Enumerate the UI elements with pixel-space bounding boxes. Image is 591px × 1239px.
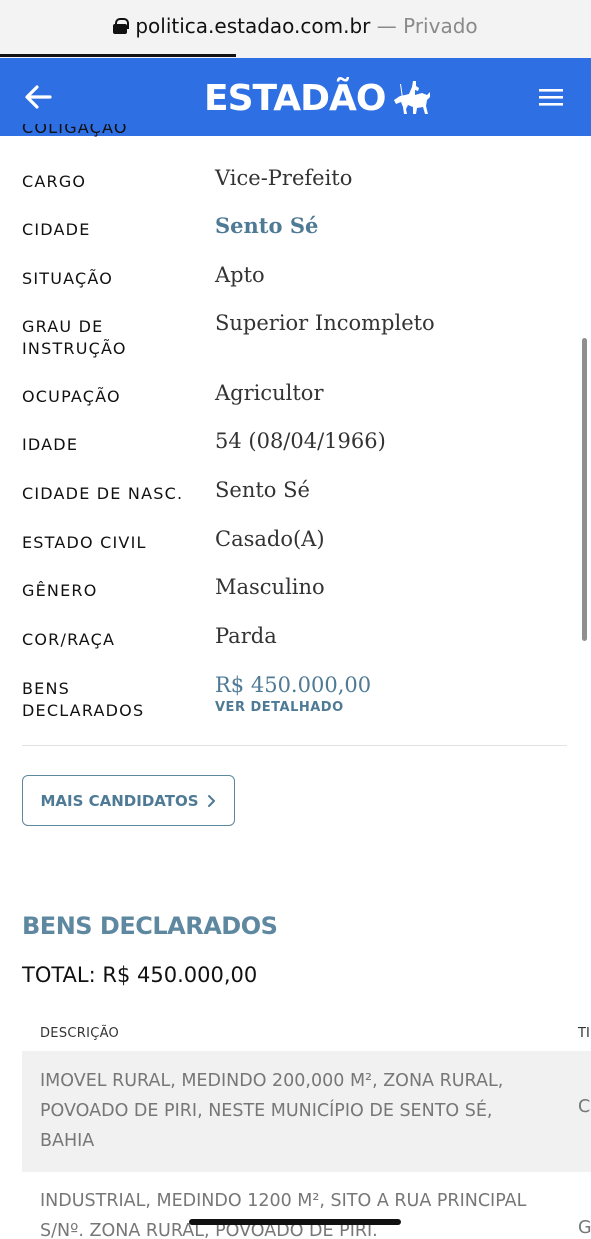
detail-label: CIDADE DE NASC. (22, 484, 184, 503)
section-divider (22, 745, 567, 746)
more-candidates-button[interactable]: MAIS CANDIDATOS (22, 775, 235, 826)
table-row: INDUSTRIAL, MEDINDO 1200 M², SITO A RUA … (22, 1172, 591, 1239)
url-display[interactable]: politica.estadao.com.br — Privado (0, 14, 591, 38)
home-indicator[interactable] (189, 1219, 401, 1225)
ver-detalhado-link[interactable]: VER DETALHADO (215, 700, 344, 715)
city-link[interactable]: Sento Sé (215, 213, 318, 239)
url-text: politica.estadao.com.br (135, 14, 371, 38)
detail-label: SITUAÇÃO (22, 269, 114, 288)
detail-label: OCUPAÇÃO (22, 387, 121, 406)
detail-value: Casado(A) (215, 527, 325, 551)
detail-label: GRAU DE INSTRUÇÃO (22, 317, 127, 358)
asset-type: G (578, 1218, 591, 1238)
more-candidates-label: MAIS CANDIDATOS (40, 791, 199, 810)
estadao-logo[interactable]: ESTADÃO (204, 76, 432, 120)
table-row: IMOVEL RURAL, MEDINDO 200,000 M², ZONA R… (22, 1051, 591, 1172)
hamburger-menu-icon (539, 89, 563, 106)
partial-label: COLIGAÇÃO (22, 124, 128, 137)
horseman-icon (393, 81, 430, 114)
detail-label: CIDADE (22, 220, 91, 239)
partial-row: COLIGAÇÃO (22, 124, 322, 140)
assets-total: TOTAL: R$ 450.000,00 (22, 963, 258, 987)
logo-text: ESTADÃO (204, 77, 386, 119)
url-separator: — (370, 14, 404, 38)
page-load-progress (0, 54, 236, 57)
asset-description: IMOVEL RURAL, MEDINDO 200,000 M², ZONA R… (40, 1071, 504, 1151)
detail-value: 54 (08/04/1966) (215, 429, 386, 453)
menu-button[interactable] (534, 82, 568, 112)
column-header-description: DESCRIÇÃO (40, 1026, 120, 1041)
detail-label: ESTADO CIVIL (22, 533, 147, 552)
asset-description: INDUSTRIAL, MEDINDO 1200 M², SITO A RUA … (40, 1191, 527, 1239)
column-header-type: TI (578, 1026, 590, 1041)
private-mode-label: Privado (403, 14, 478, 38)
detail-value: Apto (215, 263, 265, 287)
chevron-right-icon (207, 794, 215, 807)
detail-value: Masculino (215, 575, 325, 599)
detail-value: Parda (215, 624, 277, 648)
detail-label: CARGO (22, 172, 87, 191)
detail-label: IDADE (22, 435, 79, 454)
detail-label: COR/RAÇA (22, 630, 116, 649)
browser-url-bar[interactable]: politica.estadao.com.br — Privado (0, 0, 591, 58)
detail-value: Agricultor (215, 381, 324, 405)
scrollbar[interactable] (582, 338, 587, 641)
declared-assets-value: R$ 450.000,00 (215, 673, 372, 697)
detail-value: Superior Incompleto (215, 311, 435, 335)
detail-value: Sento Sé (215, 478, 310, 502)
asset-type: C (578, 1097, 591, 1117)
detail-label: BENS DECLARADOS (22, 679, 145, 720)
back-button[interactable] (22, 81, 54, 113)
detail-label: GÊNERO (22, 581, 98, 600)
detail-value: Vice-Prefeito (215, 166, 353, 190)
assets-section-title: BENS DECLARADOS (22, 912, 278, 940)
lock-icon (113, 18, 130, 34)
arrow-left-icon (25, 85, 52, 109)
